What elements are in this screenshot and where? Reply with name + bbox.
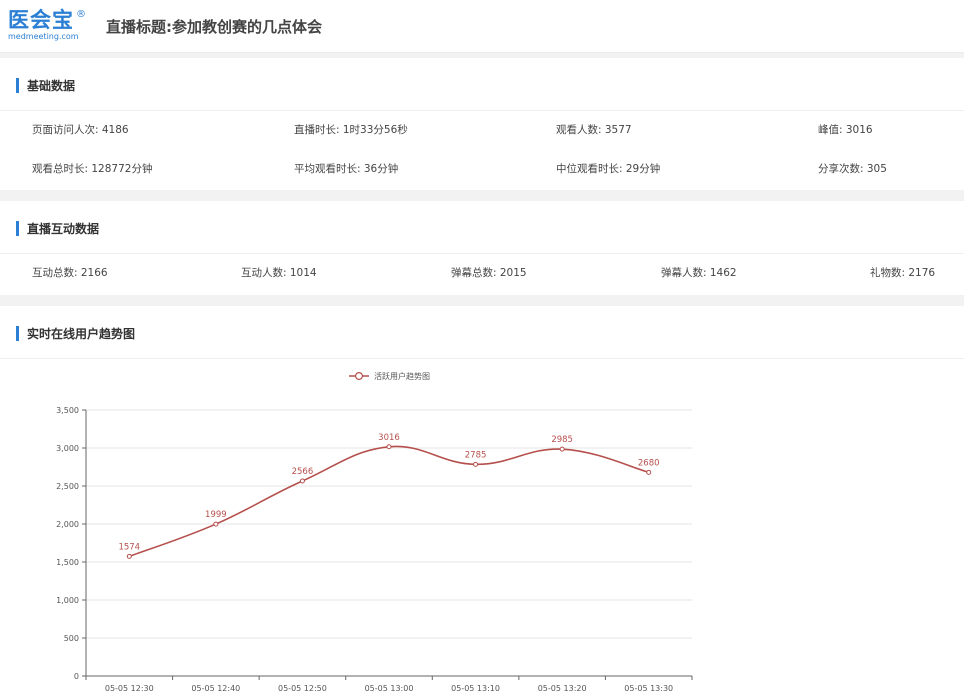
stat-page-views: 页面访问人次: 4186 xyxy=(32,124,129,136)
y-tick-label: 2,000 xyxy=(56,520,79,529)
page-title: 直播标题:参加教创赛的几点体会 xyxy=(106,18,323,36)
data-point xyxy=(386,444,392,450)
section-accent-bar xyxy=(16,78,19,93)
stat-peak: 峰值: 3016 xyxy=(818,124,873,136)
y-tick-label: 3,500 xyxy=(56,406,79,415)
x-tick-label: 05-05 12:40 xyxy=(191,684,240,693)
section-title: 基础数据 xyxy=(27,79,76,93)
x-tick-label: 05-05 13:00 xyxy=(365,684,414,693)
brand-logo[interactable]: 医会宝 ® medmeeting.com xyxy=(8,8,86,42)
section-title: 实时在线用户趋势图 xyxy=(27,327,136,341)
logo-text: 医会宝 xyxy=(8,8,74,32)
section-accent-bar xyxy=(16,326,19,341)
legend-marker xyxy=(355,372,364,381)
interaction-data-header: 直播互动数据 xyxy=(0,201,964,254)
data-point xyxy=(299,478,305,484)
stat-viewers: 观看人数: 3577 xyxy=(556,124,632,136)
x-tick-label: 05-05 13:30 xyxy=(624,684,673,693)
data-label: 3016 xyxy=(378,433,400,443)
y-tick-label: 1,000 xyxy=(56,596,79,605)
trend-line-chart: 0 500 1,000 1,500 2,000 2,500 3,000 3,500 05-05 … xyxy=(56,371,693,693)
stat-danmaku-total: 弹幕总数: 2015 xyxy=(451,267,527,279)
y-tick-label: 2,500 xyxy=(56,482,79,491)
stat-median-watch-time: 中位观看时长: 29分钟 xyxy=(556,163,661,175)
data-point xyxy=(126,553,132,559)
y-tick-label: 1,500 xyxy=(56,558,79,567)
y-tick-label: 500 xyxy=(64,634,79,643)
x-tick-label: 05-05 13:20 xyxy=(538,684,587,693)
data-label: 1574 xyxy=(118,542,140,552)
stat-total-watch-time: 观看总时长: 128772分钟 xyxy=(32,163,153,175)
stat-interaction-users: 互动人数: 1014 xyxy=(241,267,317,279)
x-tick-label: 05-05 12:50 xyxy=(278,684,327,693)
y-tick-label: 0 xyxy=(74,672,79,681)
basic-data-header: 基础数据 xyxy=(0,58,964,111)
logo-domain: medmeeting.com xyxy=(8,32,79,41)
data-label: 1999 xyxy=(205,510,227,520)
data-point xyxy=(646,469,652,475)
stat-shares: 分享次数: 305 xyxy=(818,163,887,175)
chart-legend[interactable]: 活跃用户趋势图 xyxy=(349,371,430,381)
legend-label: 活跃用户趋势图 xyxy=(374,371,430,381)
trend-chart-card: 实时在线用户趋势图 0 500 1,000 1,500 2,000 2,500 3,000 3… xyxy=(0,306,964,698)
data-label: 2680 xyxy=(638,458,660,468)
trend-chart-header: 实时在线用户趋势图 xyxy=(0,306,964,359)
data-label: 2566 xyxy=(292,467,314,477)
interaction-data-card: 直播互动数据 互动总数: 2166 互动人数: 1014 弹幕总数: 2015 … xyxy=(0,201,964,295)
stat-gifts: 礼物数: 2176 xyxy=(870,267,936,279)
data-label: 2985 xyxy=(551,435,573,445)
data-label: 2785 xyxy=(465,450,487,460)
app-header: 医会宝 ® medmeeting.com 直播标题:参加教创赛的几点体会 xyxy=(0,0,964,53)
y-tick-label: 3,000 xyxy=(56,444,79,453)
x-tick-label: 05-05 13:10 xyxy=(451,684,500,693)
x-tick-label: 05-05 12:30 xyxy=(105,684,154,693)
stat-interactions-total: 互动总数: 2166 xyxy=(32,267,108,279)
chart-series: 1574 1999 2566 3016 2785 2985 2680 xyxy=(118,433,660,559)
section-title: 直播互动数据 xyxy=(27,222,100,236)
chart-gridlines xyxy=(86,409,692,639)
stat-avg-watch-time: 平均观看时长: 36分钟 xyxy=(294,163,399,175)
registered-mark: ® xyxy=(76,9,86,20)
stat-danmaku-users: 弹幕人数: 1462 xyxy=(661,267,737,279)
basic-data-card: 基础数据 页面访问人次: 4186 直播时长: 1时33分56秒 观看人数: 3… xyxy=(0,58,964,190)
data-point xyxy=(213,521,219,527)
data-point xyxy=(473,461,479,467)
section-accent-bar xyxy=(16,221,19,236)
series-line xyxy=(129,445,649,558)
stat-live-duration: 直播时长: 1时33分56秒 xyxy=(294,124,408,136)
data-point xyxy=(559,446,565,452)
